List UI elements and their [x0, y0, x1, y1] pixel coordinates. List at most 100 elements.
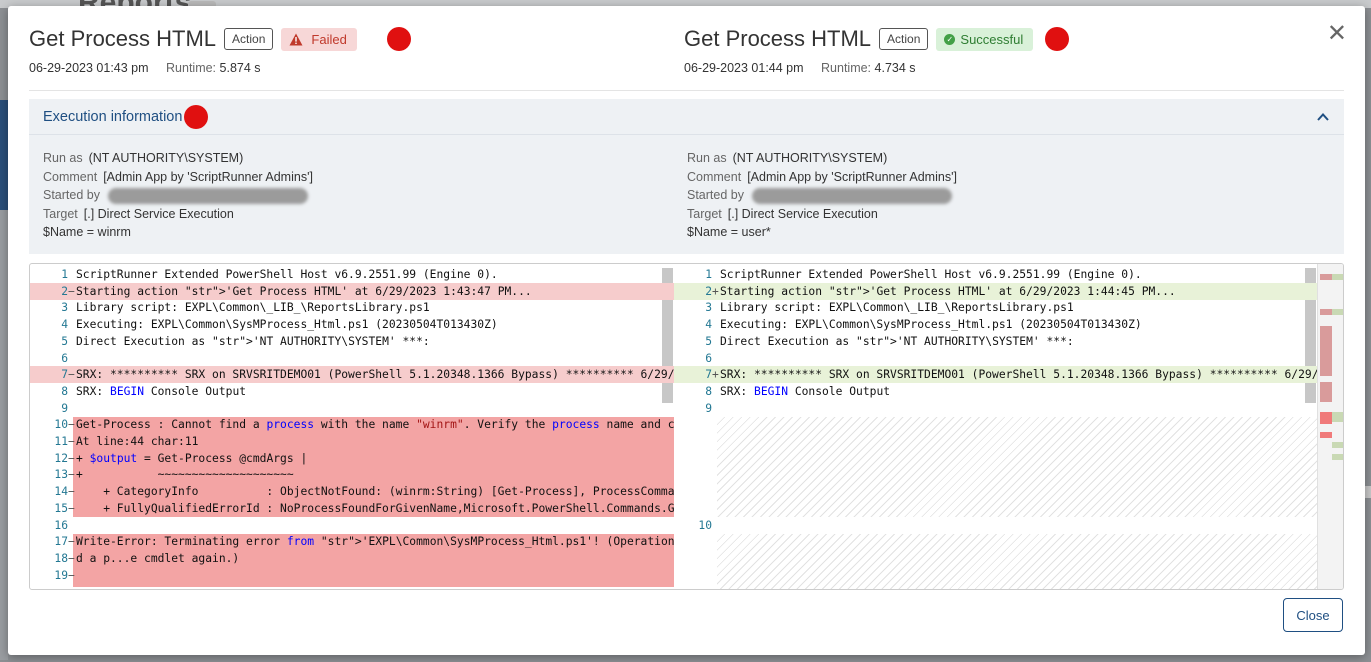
started-by-label: Started by — [687, 188, 744, 202]
background-scroll-tick — [1365, 486, 1371, 498]
right-run-status-badge: ✓ Successful — [936, 27, 1034, 51]
line-text: Executing: EXPL\Common\SysMProcess_Html.… — [720, 318, 1142, 332]
left-run-header: Get Process HTML Action Failed 06-29-202… — [29, 24, 411, 75]
log-line: 1 ScriptRunner Extended PowerShell Host v… — [30, 266, 674, 283]
diff-marker: − — [68, 535, 75, 549]
line-number: 12 — [54, 451, 68, 465]
log-diff-viewer[interactable]: 1 ScriptRunner Extended PowerShell Host v… — [29, 263, 1344, 590]
log-line: 8 SRX: BEGIN Console Output — [674, 383, 1317, 400]
diff-overview-ruler[interactable] — [1317, 264, 1343, 589]
log-line: 10 — [674, 517, 1317, 534]
line-text: SRX: BEGIN Console Output — [720, 384, 891, 398]
line-text: Get-Process : Cannot find a process with… — [76, 418, 674, 432]
line-text: SRX: ********** SRX on SRVSRITDEMO01 (Po… — [76, 368, 674, 382]
log-line: 15− + FullyQualifiedErrorId : NoProcessF… — [30, 500, 674, 517]
line-number: 7 — [705, 368, 712, 382]
line-number: 3 — [705, 301, 712, 315]
line-number: 6 — [61, 351, 68, 365]
background-sidebar-active — [0, 100, 8, 210]
log-line: 7−SRX: ********** SRX on SRVSRITDEMO01 (… — [30, 366, 674, 384]
line-text: SRX: ********** SRX on SRVSRITDEMO01 (Po… — [720, 368, 1317, 382]
line-text: Starting action "str">'Get Process HTML'… — [720, 284, 1176, 298]
log-line: 1 ScriptRunner Extended PowerShell Host v… — [674, 266, 1317, 283]
log-line: 11−At line:44 char:11 — [30, 433, 674, 450]
left-run-title: Get Process HTML — [29, 26, 217, 51]
diff-marker: − — [68, 501, 75, 515]
right-execution-details: Run as (NT AUTHORITY\SYSTEM) Comment [Admi… — [687, 149, 957, 242]
log-line: 17−Write-Error: Terminating error from "… — [30, 533, 674, 550]
close-button[interactable]: Close — [1283, 598, 1343, 632]
diff-marker: − — [68, 451, 75, 465]
line-number: 2 — [705, 284, 712, 298]
execution-information-panel: Execution information Run as (NT AUTHORIT… — [29, 99, 1344, 254]
log-line: 2−Starting action "str">'Get Process HTM… — [30, 282, 674, 300]
left-log-pane[interactable]: 1 ScriptRunner Extended PowerShell Host v… — [30, 264, 674, 589]
log-line: 5 Direct Execution as "str">'NT AUTHORITY… — [674, 333, 1317, 350]
line-number: 15 — [54, 501, 68, 515]
chevron-up-icon[interactable] — [1316, 110, 1330, 124]
execution-information-header[interactable]: Execution information — [29, 99, 1344, 135]
line-text: Write-Error: Terminating error from "str… — [76, 535, 674, 549]
right-runtime-value: 4.734 s — [874, 61, 916, 75]
line-number: 5 — [705, 334, 712, 348]
diff-marker: − — [68, 368, 75, 382]
comment-value: [Admin App by 'ScriptRunner Admins'] — [103, 169, 313, 184]
diff-marker: − — [68, 468, 75, 482]
diff-marker: − — [68, 485, 75, 499]
log-line: 9 — [30, 400, 674, 417]
line-number: 6 — [705, 351, 712, 365]
right-log-pane[interactable]: 1 ScriptRunner Extended PowerShell Host v… — [674, 264, 1317, 589]
line-text: Library script: EXPL\Common\_LIB_\Report… — [76, 301, 430, 315]
line-number: 10 — [698, 519, 712, 532]
diff-placeholder-block — [717, 534, 1317, 589]
diff-marker: − — [68, 568, 75, 582]
diff-marker: − — [68, 551, 75, 565]
run-as-label: Run as — [687, 151, 727, 165]
close-icon[interactable]: ✕ — [1327, 22, 1347, 46]
line-text: Direct Execution as "str">'NT AUTHORITY\… — [720, 334, 1074, 348]
log-line: 16 — [30, 516, 674, 534]
diff-marker: + — [712, 368, 719, 382]
log-line: 5 Direct Execution as "str">'NT AUTHORITY… — [30, 333, 674, 350]
line-number: 2 — [61, 284, 68, 298]
line-text: ScriptRunner Extended PowerShell Host v6… — [76, 268, 498, 281]
run-as-value: (NT AUTHORITY\SYSTEM) — [732, 151, 888, 165]
check-circle-icon: ✓ — [944, 33, 956, 45]
line-number: 18 — [54, 551, 68, 565]
line-number: 4 — [61, 318, 68, 332]
left-execution-details: Run as (NT AUTHORITY\SYSTEM) Comment [Admi… — [43, 149, 313, 242]
diff-marker: − — [68, 418, 75, 432]
log-line: 4 Executing: EXPL\Common\SysMProcess_Html… — [30, 316, 674, 333]
line-number: 11 — [54, 435, 68, 448]
diff-marker: − — [68, 435, 75, 448]
line-text: Library script: EXPL\Common\_LIB_\Report… — [720, 301, 1074, 315]
line-number: 8 — [61, 384, 68, 398]
log-line: 12−+ $output = Get-Process @cmdArgs | — [30, 450, 674, 467]
target-value: [.] Direct Service Execution — [83, 206, 234, 221]
line-text: + FullyQualifiedErrorId : NoProcessFound… — [76, 501, 674, 515]
log-line: 6 — [674, 350, 1317, 367]
line-text: ScriptRunner Extended PowerShell Host v6… — [720, 268, 1142, 281]
line-text: + ~~~~~~~~~~~~~~~~~~~~ — [76, 468, 294, 482]
right-run-type-tag: Action — [879, 28, 929, 50]
log-line: 13−+ ~~~~~~~~~~~~~~~~~~~~ — [30, 466, 674, 483]
line-text: + $output = Get-Process @cmdArgs | — [76, 451, 308, 465]
comment-label: Comment — [43, 169, 98, 184]
log-line: 18−d a p...e cmdlet again.) — [30, 550, 674, 567]
line-number: 5 — [61, 334, 68, 348]
line-number: 4 — [705, 318, 712, 332]
line-text: d a p...e cmdlet again.) — [76, 551, 240, 565]
comment-value: [Admin App by 'ScriptRunner Admins'] — [747, 169, 957, 184]
log-line: 7+SRX: ********** SRX on SRVSRITDEMO01 (… — [674, 366, 1317, 384]
started-by-label: Started by — [43, 188, 100, 202]
log-line: 19− — [30, 567, 674, 584]
diff-marker: + — [712, 284, 719, 298]
line-text: SRX: BEGIN Console Output — [76, 384, 247, 398]
header-divider — [29, 90, 1344, 91]
log-line: 3 Library script: EXPL\Common\_LIB_\Repor… — [674, 299, 1317, 316]
parameter-value: $Name = winrm — [43, 225, 131, 239]
annotation-marker — [1045, 27, 1070, 51]
redacted-user — [107, 187, 308, 204]
log-line: 9 — [674, 400, 1317, 417]
log-line: 10−Get-Process : Cannot find a process w… — [30, 416, 674, 433]
